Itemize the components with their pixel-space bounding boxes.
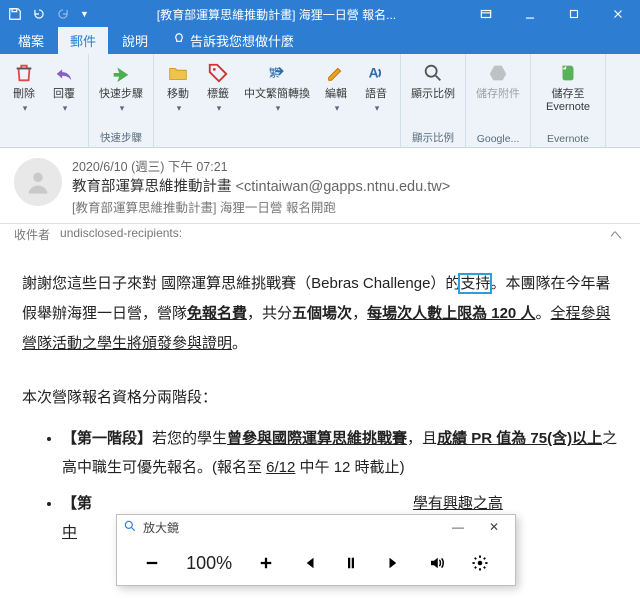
maximize-button[interactable] [552,0,596,28]
paragraph-2: 本次營隊報名資格分兩階段： [22,383,618,413]
tell-me[interactable]: 告訴我您想做什麼 [162,27,304,54]
reply-button[interactable]: 回覆▾ [46,58,82,115]
save-attachments-button[interactable]: 儲存附件 [472,58,524,103]
quicksteps-button[interactable]: 快速步驟▾ [95,58,147,115]
ribbon-mode-icon[interactable] [464,0,508,28]
pause-button[interactable] [342,554,360,572]
magnifier-close[interactable]: ✕ [479,520,509,534]
volume-button[interactable] [428,554,446,572]
zoom-in-button[interactable] [257,554,275,572]
settings-button[interactable] [471,554,489,572]
redo-icon[interactable] [56,7,70,21]
window-titlebar: ▼ [教育部運算思維推動計畫] 海狸一日營 報名... [0,0,640,28]
edit-icon [322,60,350,86]
move-button[interactable]: 移動▾ [160,58,196,115]
svg-text:繁: 繁 [269,66,280,80]
recipients-label: 收件者 [14,226,50,243]
speaker-icon: A [362,60,390,86]
expand-header-icon[interactable]: へ [610,226,622,243]
paragraph-1: 謝謝您這些日子來對 國際運算思維挑戰賽（Bebras Challenge）的支持… [22,269,618,359]
convert-icon: 繁 [263,60,291,86]
mail-date: 2020/6/10 (週三) 下午 07:21 [72,158,626,177]
magnifier-title: 放大鏡 [143,519,179,536]
magnifier-minimize[interactable]: — [443,520,473,534]
tab-help[interactable]: 說明 [110,27,160,54]
edit-button[interactable]: 編輯▾ [318,58,354,115]
zoom-out-button[interactable] [143,554,161,572]
minimize-button[interactable] [508,0,552,28]
recipients-row: 收件者 undisclosed-recipients: へ [0,224,640,251]
recipients-value: undisclosed-recipients: [60,226,182,243]
zoom-icon [419,60,447,86]
undo-icon[interactable] [32,7,46,21]
quicksteps-icon [107,60,135,86]
mail-header: 2020/6/10 (週三) 下午 07:21 教育部運算思維推動計畫 <cti… [0,148,640,224]
avatar [14,158,62,206]
delete-icon [10,60,38,86]
highlighted-text: 支持 [460,275,490,292]
evernote-button[interactable]: 儲存至Evernote [537,58,599,115]
close-button[interactable] [596,0,640,28]
zoom-level: 100% [186,553,232,574]
next-button[interactable] [385,554,403,572]
lightbulb-icon [172,32,186,49]
magnifier-window[interactable]: 放大鏡 — ✕ 100% [116,514,516,586]
group-zoom-label: 顯示比例 [412,129,454,145]
convert-button[interactable]: 繁中文繁簡轉換▾ [240,58,314,115]
tell-me-label: 告訴我您想做什麼 [190,31,294,50]
svg-text:A: A [369,66,379,81]
list-item: 【第一階段】若您的學生曾參與國際運算思維挑戰賽，且成績 PR 值為 75(含)以… [62,425,618,482]
tag-icon [204,60,232,86]
group-google-label: Google... [477,132,520,145]
evernote-icon [554,60,582,86]
tab-mail[interactable]: 郵件 [58,27,108,54]
qat-more-icon[interactable]: ▼ [80,9,89,19]
save-icon[interactable] [8,7,22,21]
tab-file[interactable]: 檔案 [6,27,56,54]
magnifier-icon [123,519,137,536]
group-evernote-label: Evernote [547,132,589,145]
drive-icon [484,60,512,86]
window-title: [教育部運算思維推動計畫] 海狸一日營 報名... [89,6,464,23]
ribbon-tabs: 檔案 郵件 說明 告訴我您想做什麼 [0,28,640,54]
reply-icon [50,60,78,86]
delete-button[interactable]: 刪除▾ [6,58,42,115]
ribbon: 刪除▾ 回覆▾ x 快速步驟▾ 快速步驟 移動▾ 標籤▾ 繁中文繁簡轉換▾ 編輯… [0,54,640,148]
readaloud-button[interactable]: A語音▾ [358,58,394,115]
tags-button[interactable]: 標籤▾ [200,58,236,115]
mail-from: 教育部運算思維推動計畫 <ctintaiwan@gapps.ntnu.edu.t… [72,177,626,199]
prev-button[interactable] [300,554,318,572]
folder-icon [164,60,192,86]
mail-subject: [教育部運算思維推動計畫] 海狸一日營 報名開跑 [72,199,626,218]
group-quicksteps-label: 快速步驟 [100,129,142,145]
zoom-button[interactable]: 顯示比例 [407,58,459,103]
